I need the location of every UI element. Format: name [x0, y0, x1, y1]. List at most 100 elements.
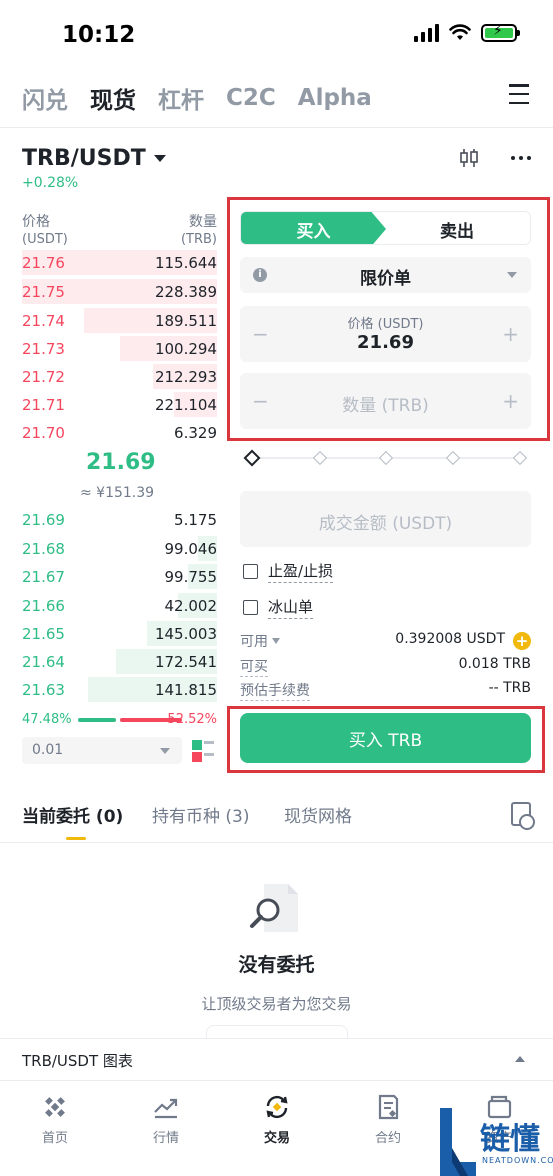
nav-home[interactable]: 首页 — [15, 1093, 95, 1146]
sell-tab[interactable]: 卖出 — [384, 212, 530, 244]
slider-mark[interactable] — [312, 450, 328, 466]
ask-price: 21.71 — [22, 396, 65, 414]
buy-trb-button[interactable]: 买入 TRB — [240, 713, 531, 763]
more-icon[interactable] — [511, 156, 531, 160]
price-stepper[interactable]: − 价格 (USDT) 21.69 + — [240, 306, 531, 362]
bid-row[interactable]: 21.67 99.755 — [22, 562, 217, 591]
amount-slider[interactable] — [243, 449, 528, 467]
bid-row[interactable]: 21.64 172.541 — [22, 647, 217, 676]
home-logo-icon — [45, 1097, 65, 1117]
watermark-text: 链懂 — [480, 1122, 540, 1157]
chevron-up-icon[interactable] — [515, 1056, 525, 1062]
bid-price: 21.64 — [22, 653, 65, 671]
nav-markets[interactable]: 行情 — [126, 1093, 206, 1146]
slider-mark[interactable] — [512, 450, 528, 466]
can-buy-label: 可买 — [240, 656, 268, 677]
ask-row[interactable]: 21.74 189.511 — [22, 306, 217, 335]
precision-value: 0.01 — [32, 742, 64, 758]
chevron-down-icon — [507, 272, 517, 278]
candlestick-chart-icon[interactable] — [457, 146, 481, 170]
buy-sell-ratio: 47.48% 52.52% — [22, 712, 217, 730]
tab-open-orders[interactable]: 当前委托 (0) — [22, 802, 123, 827]
empty-title: 没有委托 — [238, 954, 315, 976]
ask-price: 21.72 — [22, 368, 65, 386]
status-bar: 10:12 ⚡ — [0, 0, 553, 70]
available-value: 0.392008 USDT — [395, 631, 505, 647]
tab-spot[interactable]: 现货 — [90, 81, 136, 115]
ask-qty: 100.294 — [154, 340, 217, 358]
increase-price-button[interactable]: + — [502, 322, 519, 346]
fee-label: 预估手续费 — [240, 680, 310, 701]
fee-row: 预估手续费 -- TRB — [240, 680, 531, 701]
bid-row[interactable]: 21.68 99.046 — [22, 534, 217, 563]
pair-selector[interactable]: TRB/USDT — [22, 146, 166, 171]
divider — [0, 842, 553, 843]
checkbox[interactable] — [243, 564, 258, 579]
ask-row[interactable]: 21.70 6.329 — [22, 418, 217, 447]
orderbook-layout-icon[interactable] — [192, 740, 214, 762]
fee-value: -- TRB — [488, 680, 531, 696]
bid-qty: 5.175 — [174, 511, 217, 529]
iceberg-checkbox[interactable]: 冰山单 — [243, 596, 314, 619]
available-row: 可用 0.392008 USDT + — [240, 631, 531, 651]
bid-price: 21.69 — [22, 511, 65, 529]
order-history-icon[interactable] — [511, 802, 535, 830]
ask-qty: 115.644 — [154, 254, 217, 272]
nav-home-label: 首页 — [41, 1131, 68, 1146]
empty-subtitle: 让顶级交易者为您交易 — [201, 995, 352, 1013]
bid-qty: 141.815 — [154, 681, 217, 699]
battery-icon: ⚡ — [481, 23, 520, 42]
slider-handle[interactable] — [243, 449, 261, 467]
quantity-input[interactable]: 数量 (TRB) — [240, 391, 531, 416]
available-label-text: 可用 — [240, 634, 268, 650]
quantity-stepper[interactable]: − 数量 (TRB) + — [240, 373, 531, 429]
buy-ratio-bar — [78, 718, 116, 722]
add-funds-icon[interactable]: + — [513, 632, 531, 650]
bid-row[interactable]: 21.63 141.815 — [22, 675, 217, 704]
chart-bar[interactable]: TRB/USDT 图表 — [0, 1038, 553, 1080]
total-amount-field[interactable]: 成交金额 (USDT) — [240, 491, 531, 547]
futures-icon — [378, 1094, 399, 1120]
ask-row[interactable]: 21.73 100.294 — [22, 334, 217, 363]
available-label[interactable]: 可用 — [240, 631, 280, 651]
increase-qty-button[interactable]: + — [502, 389, 519, 413]
last-price[interactable]: 21.69 — [86, 450, 156, 475]
ask-qty: 6.329 — [174, 424, 217, 442]
iceberg-label: 冰山单 — [268, 596, 314, 619]
slider-mark[interactable] — [378, 450, 394, 466]
tab-c2c[interactable]: C2C — [226, 85, 276, 111]
tp-sl-checkbox[interactable]: 止盈/止损 — [243, 560, 334, 583]
nav-futures[interactable]: 合约 — [348, 1093, 428, 1146]
tab-margin[interactable]: 杠杆 — [158, 81, 204, 115]
bid-row[interactable]: 21.66 42.002 — [22, 591, 217, 620]
can-buy-row: 可买 0.018 TRB — [240, 656, 531, 677]
precision-select[interactable]: 0.01 — [22, 737, 182, 764]
ask-row[interactable]: 21.75 228.389 — [22, 277, 217, 306]
orderbook-price-unit: (USDT) — [22, 232, 68, 247]
nav-trade-label: 交易 — [263, 1131, 290, 1146]
slider-mark[interactable] — [445, 450, 461, 466]
buy-tab[interactable]: 买入 — [241, 212, 386, 244]
tab-holdings[interactable]: 持有币种 (3) — [152, 802, 249, 827]
chevron-down-icon — [160, 748, 170, 754]
tp-sl-label: 止盈/止损 — [268, 560, 334, 583]
status-icons: ⚡ — [414, 23, 520, 42]
order-type-select[interactable]: i 限价单 — [240, 257, 531, 293]
ask-row[interactable]: 21.76 115.644 — [22, 248, 217, 277]
tab-spot-grid[interactable]: 现货网格 — [284, 802, 352, 827]
bid-row[interactable]: 21.65 145.003 — [22, 619, 217, 648]
checkbox[interactable] — [243, 600, 258, 615]
tab-alpha[interactable]: Alpha — [298, 85, 372, 111]
nav-trade[interactable]: 交易 — [237, 1093, 317, 1146]
orders-tabs: 当前委托 (0) 持有币种 (3) 现货网格 — [22, 802, 535, 842]
bid-row[interactable]: 21.69 5.175 — [22, 505, 217, 534]
tab-convert[interactable]: 闪兑 — [22, 81, 68, 115]
can-buy-value: 0.018 TRB — [458, 656, 531, 672]
ask-row[interactable]: 21.72 212.293 — [22, 362, 217, 391]
menu-icon[interactable] — [509, 84, 529, 104]
total-amount-input[interactable]: 成交金额 (USDT) — [240, 509, 531, 534]
nav-futures-label: 合约 — [374, 1131, 401, 1146]
price-input[interactable]: 21.69 — [240, 332, 531, 353]
ask-row[interactable]: 21.71 221.104 — [22, 390, 217, 419]
watermark-subtext: NEATDOWN.COM — [482, 1156, 553, 1165]
